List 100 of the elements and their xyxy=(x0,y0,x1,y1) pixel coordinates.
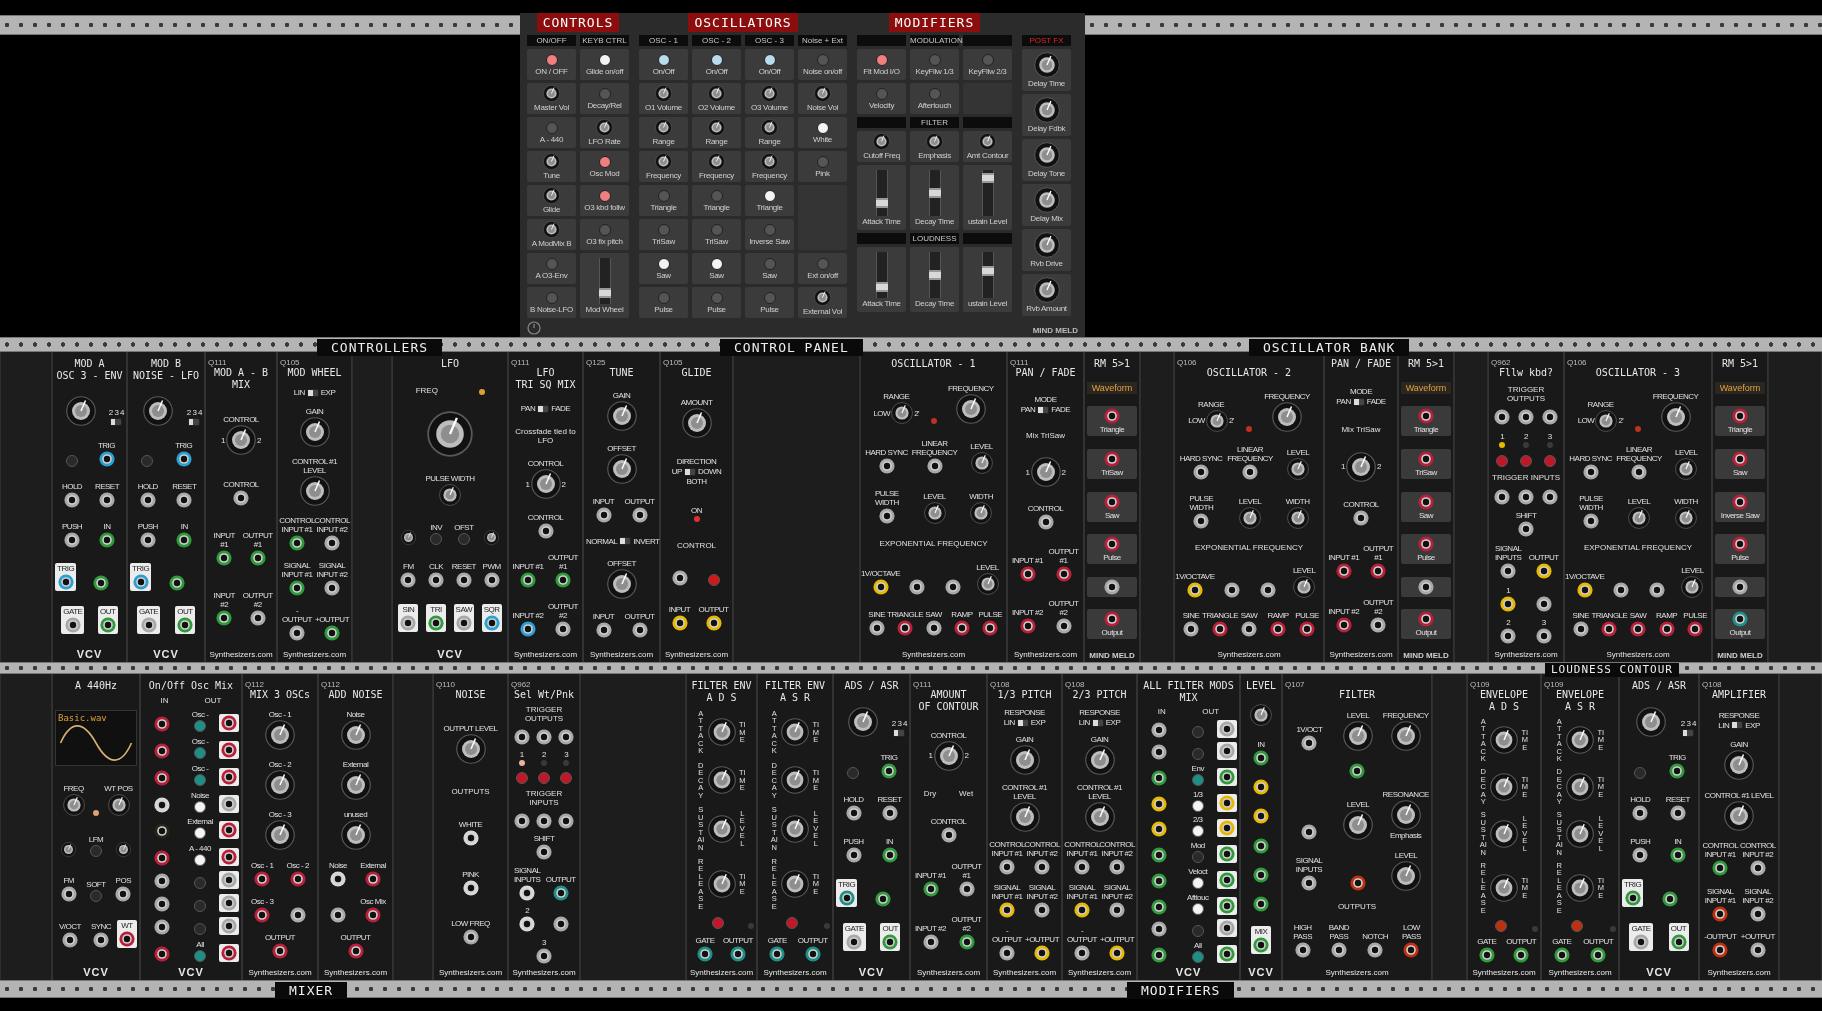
jack-socket[interactable] xyxy=(558,728,575,745)
jack-socket[interactable] xyxy=(1109,902,1125,918)
knob[interactable] xyxy=(1490,772,1518,801)
switch-lever[interactable] xyxy=(1732,722,1738,729)
jack-socket[interactable] xyxy=(1253,749,1269,766)
jack-socket[interactable] xyxy=(154,742,170,759)
knob[interactable] xyxy=(484,529,500,545)
knob[interactable] xyxy=(265,770,295,801)
knob[interactable] xyxy=(1033,232,1060,258)
switch-lever[interactable] xyxy=(1092,719,1098,726)
jack-socket[interactable] xyxy=(1353,510,1369,527)
jack-socket[interactable] xyxy=(1494,409,1511,426)
jack-socket[interactable] xyxy=(838,890,855,906)
jack-socket[interactable] xyxy=(1403,941,1420,958)
jack-socket[interactable] xyxy=(1151,899,1168,916)
jack-socket[interactable] xyxy=(881,847,898,863)
jack-socket[interactable] xyxy=(1253,896,1269,913)
knob[interactable] xyxy=(655,119,672,136)
jack-socket[interactable] xyxy=(216,550,233,566)
knob[interactable] xyxy=(543,187,560,204)
jack-socket[interactable] xyxy=(1294,941,1311,958)
jack-socket[interactable] xyxy=(428,571,445,588)
knob[interactable] xyxy=(1293,575,1316,598)
jack-socket[interactable] xyxy=(1193,464,1209,481)
knob[interactable] xyxy=(226,425,256,455)
knob[interactable] xyxy=(1490,874,1518,902)
toggle-button[interactable] xyxy=(875,53,888,66)
jack-socket[interactable] xyxy=(324,625,340,641)
knob[interactable] xyxy=(427,411,473,458)
jack-socket[interactable] xyxy=(537,523,554,539)
knob[interactable] xyxy=(707,718,736,747)
jack-socket[interactable] xyxy=(175,450,192,467)
knob[interactable] xyxy=(681,407,712,438)
switch-lever[interactable] xyxy=(1017,719,1023,726)
jack-socket[interactable] xyxy=(881,805,898,821)
jack-socket[interactable] xyxy=(845,847,862,863)
jack-socket[interactable] xyxy=(455,615,472,632)
jack-socket[interactable] xyxy=(1301,875,1317,892)
jack-socket[interactable] xyxy=(1662,891,1679,907)
jack-socket[interactable] xyxy=(868,620,885,636)
jack-socket[interactable] xyxy=(140,617,157,634)
slider-track[interactable] xyxy=(875,251,888,298)
jack-socket[interactable] xyxy=(519,916,536,933)
jack-socket[interactable] xyxy=(1151,847,1168,864)
jack-socket[interactable] xyxy=(769,946,786,963)
knob[interactable] xyxy=(781,870,809,899)
toggle-button[interactable] xyxy=(545,291,558,304)
toggle-switch[interactable] xyxy=(1037,405,1050,414)
jack-socket[interactable] xyxy=(400,615,417,632)
jack-socket[interactable] xyxy=(1253,866,1269,883)
switch-lever[interactable] xyxy=(111,418,115,425)
jack-socket[interactable] xyxy=(1633,934,1650,950)
jack-socket[interactable] xyxy=(1669,805,1686,821)
jack-socket[interactable] xyxy=(1370,563,1387,580)
jack-socket[interactable] xyxy=(878,458,895,474)
jack-socket[interactable] xyxy=(289,580,305,596)
jack-socket[interactable] xyxy=(455,571,472,588)
slider-track[interactable] xyxy=(981,251,994,298)
slider-thumb[interactable] xyxy=(598,288,611,299)
push-button[interactable] xyxy=(194,800,206,813)
push-button[interactable] xyxy=(1191,877,1204,890)
switch-lever[interactable] xyxy=(894,730,898,736)
jack-socket[interactable] xyxy=(64,617,81,634)
knob[interactable] xyxy=(606,454,637,485)
jack-socket[interactable] xyxy=(1151,743,1168,760)
knob[interactable] xyxy=(1250,704,1272,727)
knob[interactable] xyxy=(1490,819,1518,848)
jack-socket[interactable] xyxy=(558,812,575,829)
toggle-switch[interactable] xyxy=(1731,721,1744,730)
jack-socket[interactable] xyxy=(1037,514,1054,530)
jack-socket[interactable] xyxy=(595,507,612,524)
toggle-button[interactable] xyxy=(598,87,611,100)
jack-socket[interactable] xyxy=(115,885,132,902)
knob[interactable] xyxy=(1346,451,1376,482)
slider-track[interactable] xyxy=(981,169,994,216)
knob[interactable] xyxy=(955,394,986,424)
jack-socket[interactable] xyxy=(1301,735,1318,752)
jack-socket[interactable] xyxy=(1104,536,1120,553)
jack-socket[interactable] xyxy=(1367,941,1384,958)
jack-socket[interactable] xyxy=(1104,578,1120,595)
slider-track[interactable] xyxy=(875,169,888,216)
jack-socket[interactable] xyxy=(1732,578,1748,595)
jack-socket[interactable] xyxy=(940,826,957,843)
jack-socket[interactable] xyxy=(154,945,170,962)
jack-socket[interactable] xyxy=(1669,847,1686,863)
knob[interactable] xyxy=(340,820,371,851)
jack-socket[interactable] xyxy=(1541,488,1558,505)
jack-socket[interactable] xyxy=(462,879,479,896)
toggle-button[interactable] xyxy=(710,291,723,304)
jack-socket[interactable] xyxy=(64,532,80,549)
jack-socket[interactable] xyxy=(922,934,939,951)
jack-socket[interactable] xyxy=(272,942,288,959)
jack-socket[interactable] xyxy=(154,850,170,867)
jack-socket[interactable] xyxy=(462,829,479,846)
jack-socket[interactable] xyxy=(1494,488,1511,505)
knob[interactable] xyxy=(265,820,295,851)
jack-socket[interactable] xyxy=(999,945,1015,961)
toggle-button[interactable] xyxy=(657,257,670,270)
jack-socket[interactable] xyxy=(289,906,306,923)
jack-socket[interactable] xyxy=(1712,905,1729,922)
